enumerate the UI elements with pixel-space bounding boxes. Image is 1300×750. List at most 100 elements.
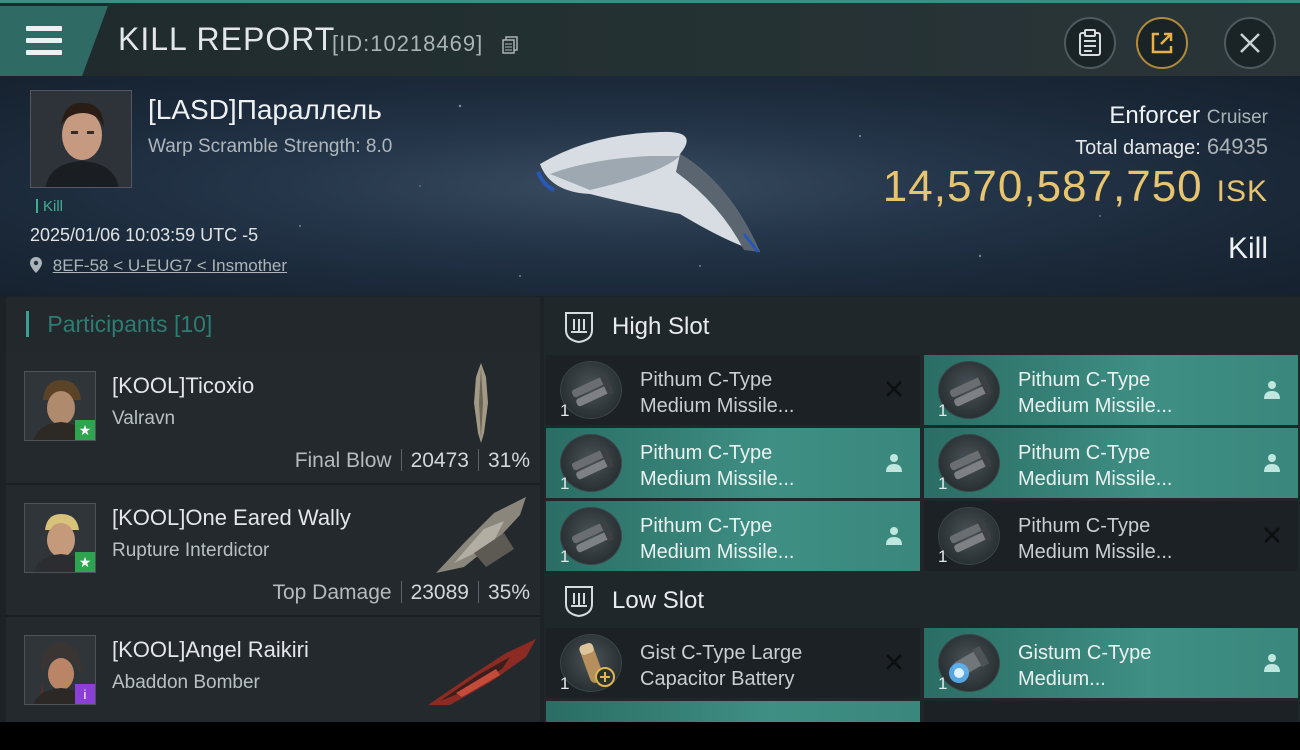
menu-icon	[26, 26, 62, 31]
module-name-line1: Pithum C-Type	[1018, 442, 1151, 464]
module-card[interactable]: 1 Gistum C-Type Medium...	[924, 628, 1298, 698]
participant-ship-image	[436, 497, 526, 573]
module-name-line1: Pithum C-Type	[640, 515, 773, 537]
module-name-line1: Gist C-Type Large	[640, 642, 803, 664]
low-slot-header: Low Slot	[544, 573, 1300, 629]
isk-unit: ISK	[1216, 175, 1268, 208]
module-name-line1: Pithum C-Type	[640, 442, 773, 464]
ship-name: Enforcer	[1109, 102, 1201, 129]
participant-row[interactable]: ★ [KOOL]Ticoxio Valravn Final Blow 20473 3…	[6, 353, 540, 485]
isk-value: 14,570,587,750 ISK	[883, 162, 1268, 212]
dropped-person-icon	[886, 454, 902, 472]
location-pin-icon	[30, 257, 42, 273]
kill-report-window: KILL REPORT [ID:10218469] [LASD]Параллел…	[0, 0, 1300, 722]
close-button[interactable]	[1224, 17, 1276, 69]
module-quantity: 1	[560, 401, 570, 420]
module-quantity: 1	[560, 547, 570, 566]
high-slot-title: High Slot	[612, 313, 710, 340]
module-name-line1: Pithum C-Type	[640, 369, 773, 391]
module-card[interactable]: 1 Pithum C-Type Medium Missile...	[546, 428, 920, 498]
divider	[400, 449, 402, 471]
module-card[interactable]: 1 Pithum C-Type Medium Missile...	[546, 501, 920, 571]
share-button[interactable]	[1136, 17, 1188, 69]
module-card[interactable]: 1 Gist C-Type Large Capacitor Battery	[546, 628, 920, 698]
destroyed-x-icon	[1264, 527, 1280, 543]
total-damage-value: 64935	[1206, 134, 1268, 159]
high-slot-icon	[565, 312, 593, 344]
module-image	[579, 642, 615, 687]
module-name-line1: Gistum C-Type	[1018, 642, 1152, 664]
divider	[400, 581, 402, 603]
module-card[interactable]: 1 Pithum C-Type Medium Missile...	[924, 501, 1298, 571]
avatar[interactable]: ★	[24, 503, 96, 573]
info-badge-icon: i	[75, 684, 95, 704]
header-bar: KILL REPORT [ID:10218469]	[0, 0, 1300, 76]
module-name: Pithum C-Type Medium Missile...	[1018, 440, 1248, 492]
clipboard-button[interactable]	[1064, 17, 1116, 69]
victim-portrait[interactable]	[30, 90, 132, 188]
copy-icon[interactable]	[502, 36, 518, 54]
close-icon	[1240, 33, 1260, 53]
avatar[interactable]: ★	[24, 371, 96, 441]
module-card[interactable]: 1 Pithum C-Type Medium Missile...	[924, 428, 1298, 498]
module-name-line2: Medium Missile...	[1018, 468, 1173, 490]
dropped-person-icon	[1264, 454, 1280, 472]
participant-damage: 23089	[410, 581, 469, 604]
avatar[interactable]: i	[24, 635, 96, 705]
participant-row[interactable]: ★ [KOOL]One Eared Wally Rupture Interdic…	[6, 485, 540, 617]
destroyed-x-icon	[886, 654, 902, 670]
victim-ship-image	[536, 131, 760, 253]
module-image	[949, 446, 992, 480]
victim-ship-type: Enforcer Cruiser	[1109, 102, 1268, 130]
participants-panel: Participants [10] ★ [KOOL]Ticoxio Valrav…	[6, 297, 540, 722]
participant-ship-image	[474, 363, 488, 443]
participant-name[interactable]: [KOOL]Ticoxio	[112, 373, 254, 399]
kill-location[interactable]: 8EF-58 < U-EUG7 < Insmother	[30, 256, 287, 276]
participant-name[interactable]: [KOOL]One Eared Wally	[112, 505, 351, 531]
report-id: [ID:10218469]	[332, 31, 484, 56]
destroyed-x-icon	[886, 381, 902, 397]
module-quantity: 1	[560, 674, 570, 693]
dropped-person-icon	[886, 527, 902, 545]
menu-button[interactable]	[0, 6, 108, 76]
participant-name[interactable]: [KOOL]Angel Raikiri	[112, 637, 309, 663]
kill-tag: Kill	[36, 198, 63, 215]
module-card[interactable]: 1 Pithum C-Type Medium Missile...	[924, 355, 1298, 425]
fitting-panel: High Slot 1 Pithum C-Type Medium Missile…	[544, 297, 1300, 722]
participant-percent: 35%	[487, 581, 530, 604]
module-name-line1: Pithum C-Type	[1018, 369, 1151, 391]
module-card[interactable]: 1 Pithum C-Type Medium Missile...	[546, 355, 920, 425]
dropped-person-icon	[1264, 654, 1280, 672]
screen-bottom-edge	[0, 722, 1300, 750]
module-image	[571, 373, 614, 407]
participant-row[interactable]: i [KOOL]Angel Raikiri Abaddon Bomber	[6, 617, 540, 722]
total-damage: Total damage: 64935	[1075, 134, 1268, 160]
module-name-line2: Capacitor Battery	[640, 668, 795, 690]
warp-scramble-strength: Warp Scramble Strength: 8.0	[148, 136, 393, 157]
participants-count: [10]	[173, 311, 213, 337]
participant-stats: Top Damage 23089 35%	[272, 581, 530, 605]
module-name-line2: Medium...	[1018, 668, 1106, 690]
module-card[interactable]	[546, 701, 920, 722]
participant-percent: 31%	[487, 449, 530, 472]
page-title: KILL REPORT	[118, 21, 336, 57]
module-image	[571, 519, 614, 553]
module-name: Pithum C-Type Medium Missile...	[640, 513, 870, 565]
participants-label: Participants	[47, 311, 168, 337]
module-quantity: 1	[560, 474, 570, 493]
share-icon	[1151, 32, 1173, 54]
module-image	[949, 373, 992, 407]
participant-stats: Final Blow 20473 31%	[295, 449, 530, 473]
divider	[477, 449, 479, 471]
module-card[interactable]	[924, 701, 1298, 722]
location-link[interactable]: 8EF-58 < U-EUG7 < Insmother	[53, 256, 287, 275]
kill-datetime: 2025/01/06 10:03:59 UTC -5	[30, 225, 259, 245]
star-badge-icon: ★	[75, 552, 95, 572]
isk-amount: 14,570,587,750	[882, 162, 1203, 211]
victim-name[interactable]: [LASD]Параллель	[148, 94, 382, 126]
participant-role: Top Damage	[272, 581, 392, 604]
participant-ship: Rupture Interdictor	[112, 540, 270, 561]
participants-header[interactable]: Participants [10]	[6, 297, 540, 353]
module-name: Pithum C-Type Medium Missile...	[1018, 367, 1248, 419]
total-damage-label: Total damage:	[1075, 137, 1201, 159]
